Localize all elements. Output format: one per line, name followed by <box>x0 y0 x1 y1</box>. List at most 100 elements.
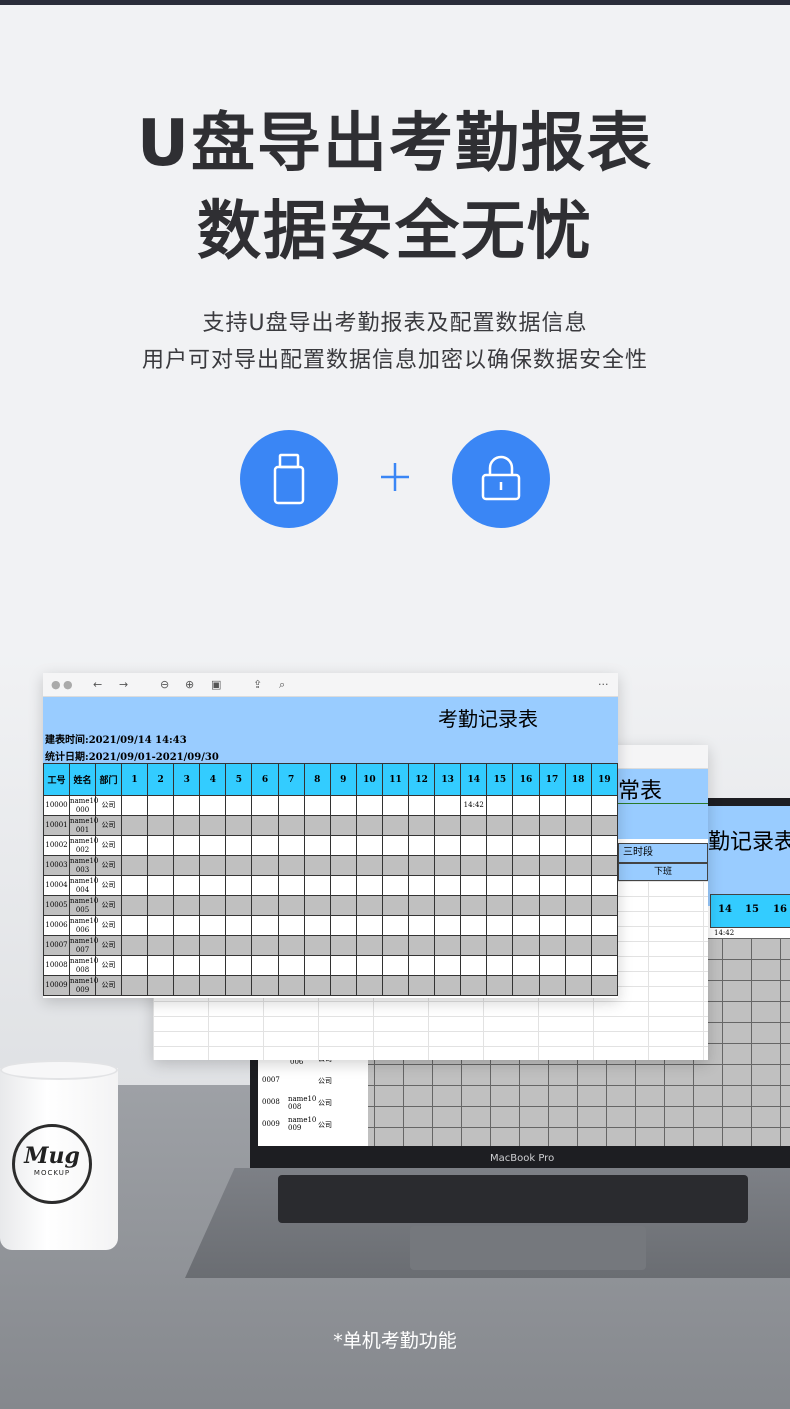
column-header: 2 <box>147 763 175 796</box>
cell-day <box>173 835 201 856</box>
cell-day <box>329 835 357 856</box>
laptop-col-16: 16 <box>773 904 787 915</box>
cell-day <box>564 815 592 836</box>
cell-day <box>564 795 592 816</box>
cell-day <box>460 955 488 976</box>
cell-day <box>538 915 566 936</box>
cell-id: 10006 <box>43 915 70 936</box>
cell-day <box>251 855 279 876</box>
cell-day <box>486 955 514 976</box>
cell-day <box>329 815 357 836</box>
cell-day <box>251 875 279 896</box>
cell-day <box>486 795 514 816</box>
column-header: 19 <box>590 763 618 796</box>
cell-name: name10 007 <box>69 935 99 956</box>
column-header: 3 <box>173 763 201 796</box>
table-row: 10003 name10 003 公司 <box>43 855 618 876</box>
cell-day <box>408 895 436 916</box>
cell-day <box>434 855 462 876</box>
zoom-out-icon[interactable]: ⊖ <box>160 678 169 691</box>
cell-day <box>277 895 305 916</box>
cell-day <box>434 955 462 976</box>
cell-day <box>225 795 253 816</box>
window-minimize-icon[interactable]: ● <box>63 678 73 691</box>
cell-day <box>173 935 201 956</box>
cell-day <box>329 955 357 976</box>
laptop-brand-label: MacBook Pro <box>490 1153 555 1164</box>
search-icon[interactable]: ⌕ <box>279 678 285 692</box>
cell-day <box>173 795 201 816</box>
cell-day <box>381 815 410 836</box>
attendance-table: 工号 姓名 部门 1 2 3 4 5 6 7 8 9 10 11 12 13 14 15 16 17 18 19 1000… <box>43 763 618 996</box>
cell-day <box>408 975 436 996</box>
column-header: 18 <box>564 763 592 796</box>
cell-day <box>173 915 201 936</box>
table-header-row: 工号 姓名 部门 1 2 3 4 5 6 7 8 9 10 11 12 13 14 15 16 17 18 19 <box>43 763 618 796</box>
cell-day <box>538 795 566 816</box>
column-header: 6 <box>251 763 279 796</box>
cell-day <box>355 915 383 936</box>
cell-day <box>512 875 540 896</box>
cell-day <box>486 875 514 896</box>
cell-day <box>251 895 279 916</box>
cell-day <box>486 815 514 836</box>
cell-day <box>590 815 618 836</box>
cell-day <box>147 955 175 976</box>
forward-arrow-icon[interactable]: → <box>119 678 128 691</box>
cell-dept: 公司 <box>95 935 122 956</box>
cell-id: 10000 <box>43 795 70 816</box>
cell-id: 10003 <box>43 855 70 876</box>
cell-day <box>486 895 514 916</box>
cell-day <box>120 835 149 856</box>
cell-name: name10 002 <box>69 835 99 856</box>
cell-day <box>408 915 436 936</box>
column-header: 7 <box>277 763 305 796</box>
cell-day <box>408 815 436 836</box>
caption: *单机考勤功能 <box>333 1330 457 1352</box>
cell-day <box>147 895 175 916</box>
fit-page-icon[interactable]: ▣ <box>211 678 221 691</box>
cell-id: 10001 <box>43 815 70 836</box>
cell-dept: 公司 <box>95 875 122 896</box>
mug-logo: Mug MOCKUP <box>12 1124 92 1204</box>
cell-day <box>199 835 227 856</box>
cell-day <box>147 835 175 856</box>
cell-day <box>251 935 279 956</box>
cell-day <box>173 855 201 876</box>
back-arrow-icon[interactable]: ← <box>93 678 102 691</box>
cell-day <box>355 875 383 896</box>
cell-day <box>277 935 305 956</box>
zoom-in-icon[interactable]: ⊕ <box>185 678 194 691</box>
cell-dept: 公司 <box>95 915 122 936</box>
cell-day <box>329 795 357 816</box>
mug-logo-sub: MOCKUP <box>33 1169 71 1177</box>
window-close-icon[interactable]: ● <box>51 678 61 691</box>
table-row: 10007 name10 007 公司 <box>43 935 618 956</box>
report-created-time: 建表时间:2021/09/14 14:43 <box>45 735 187 746</box>
column-header: 姓名 <box>69 763 96 796</box>
column-header: 1 <box>120 763 149 796</box>
laptop-sheet-title: 勤记录表 <box>708 830 790 855</box>
cell-id: 10005 <box>43 895 70 916</box>
cell-day <box>303 915 331 936</box>
cell-day <box>329 875 357 896</box>
cell-day <box>120 975 149 996</box>
cell-day <box>564 955 592 976</box>
cell-day <box>434 835 462 856</box>
cell-name: name10 006 <box>69 915 99 936</box>
cell-day <box>355 795 383 816</box>
laptop-row-name: name10 008 <box>288 1095 317 1111</box>
cell-day <box>381 935 410 956</box>
cell-day <box>408 875 436 896</box>
share-icon[interactable]: ⇪ <box>253 678 262 691</box>
cell-day <box>225 915 253 936</box>
cell-day <box>590 895 618 916</box>
cell-day <box>277 915 305 936</box>
more-options-icon[interactable]: ··· <box>598 678 609 691</box>
cell-day <box>486 975 514 996</box>
column-header: 16 <box>512 763 540 796</box>
cell-day <box>434 875 462 896</box>
cell-day <box>303 935 331 956</box>
cell-day <box>199 855 227 876</box>
front-window-header: 考勤记录表 建表时间:2021/09/14 14:43 统计日期:2021/09… <box>43 697 618 763</box>
